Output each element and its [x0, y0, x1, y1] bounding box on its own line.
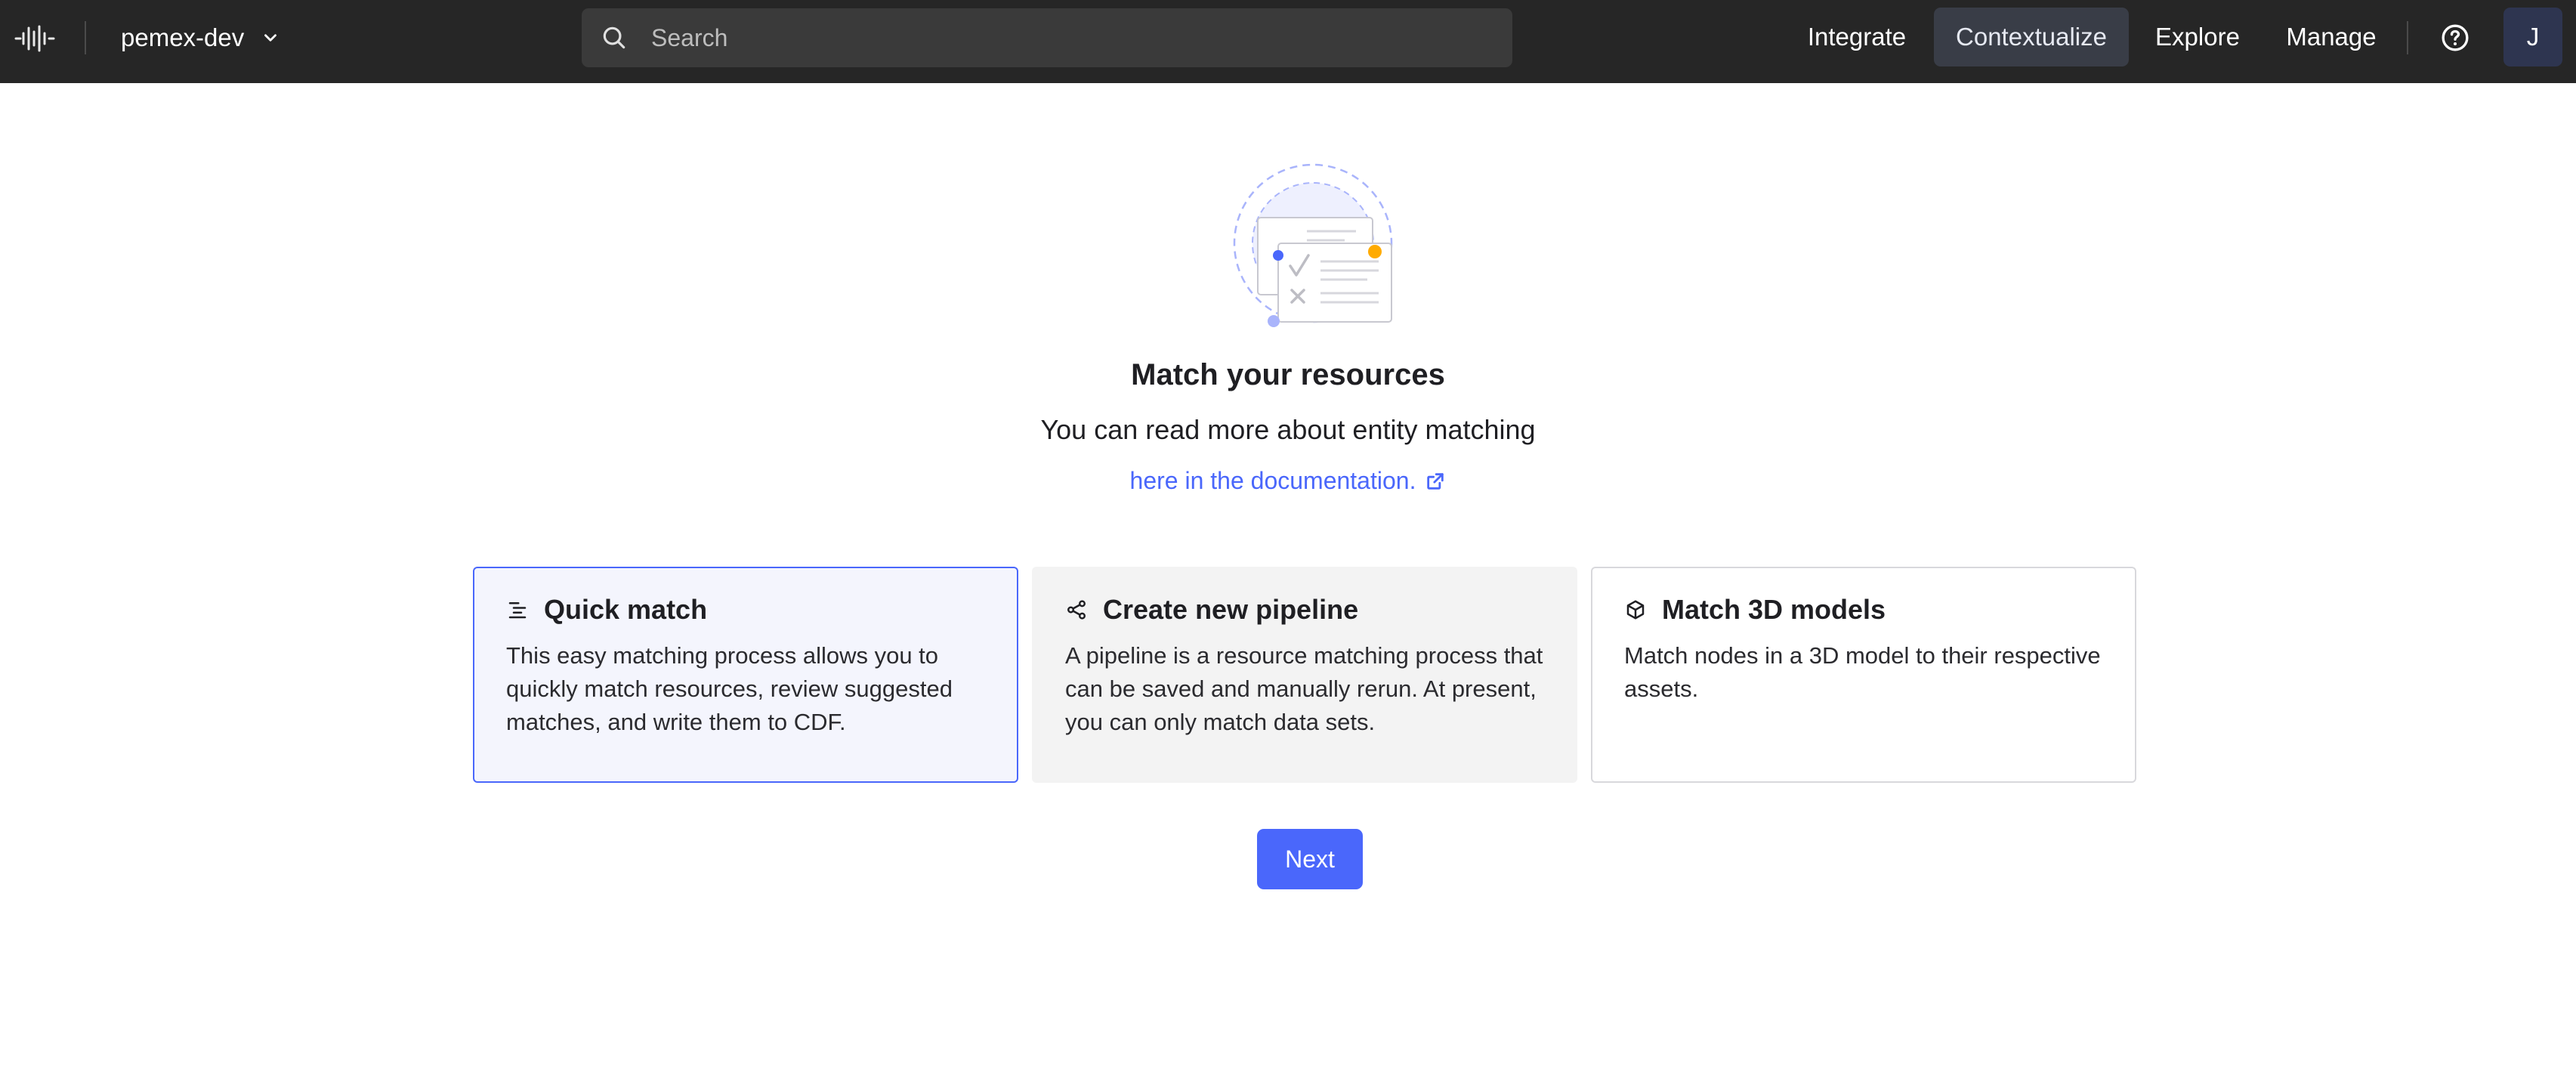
quick-match-header: Quick match — [506, 594, 985, 626]
create-pipeline-description: A pipeline is a resource matching proces… — [1065, 642, 1543, 735]
cube-icon — [1626, 600, 1645, 620]
share-nodes-icon — [1067, 600, 1086, 620]
quick-match-title: Quick match — [544, 594, 708, 625]
matching-illustration — [1233, 163, 1393, 327]
avatar-initial: J — [2526, 23, 2540, 51]
next-button[interactable]: Next — [1257, 829, 1363, 889]
chevron-down-icon — [264, 34, 277, 42]
documentation-link[interactable]: here in the documentation. — [1130, 467, 1447, 495]
external-link-icon — [1427, 472, 1444, 490]
list-indent-icon — [508, 602, 527, 619]
documentation-link-row: here in the documentation. — [0, 467, 2576, 495]
user-avatar[interactable]: J — [2503, 8, 2562, 66]
page-subtitle: You can read more about entity matching — [1040, 414, 1536, 445]
nav-manage[interactable]: Manage — [2271, 8, 2392, 66]
match-3d-models-description: Match nodes in a 3D model to their respe… — [1624, 642, 2101, 702]
top-navigation-bar: pemex-dev Integrate Contextualize Explor… — [0, 0, 2576, 83]
cognite-logo-icon[interactable] — [14, 23, 56, 54]
search-icon — [603, 26, 625, 49]
page-title: Match your resources — [1131, 358, 1445, 391]
nav-integrate[interactable]: Integrate — [1793, 8, 1920, 66]
nav-explore-label: Explore — [2155, 23, 2240, 51]
match-3d-models-card[interactable]: Match 3D models Match nodes in a 3D mode… — [1591, 567, 2136, 783]
match-3d-models-header: Match 3D models — [1624, 594, 2103, 626]
search-bar[interactable] — [582, 8, 1512, 67]
nav-integrate-label: Integrate — [1807, 23, 1907, 51]
project-selector[interactable]: pemex-dev — [121, 18, 280, 57]
quick-match-description: This easy matching process allows you to… — [506, 642, 953, 735]
nav-manage-label: Manage — [2286, 23, 2377, 51]
topbar-divider-right — [2407, 21, 2408, 54]
create-pipeline-card[interactable]: Create new pipeline A pipeline is a reso… — [1032, 567, 1577, 783]
search-input[interactable] — [651, 8, 1497, 67]
nav-contextualize-label: Contextualize — [1956, 23, 2107, 51]
nav-explore[interactable]: Explore — [2142, 8, 2253, 66]
match-3d-models-title: Match 3D models — [1662, 594, 1886, 625]
create-pipeline-header: Create new pipeline — [1065, 594, 1544, 626]
nav-contextualize[interactable]: Contextualize — [1934, 8, 2129, 66]
topbar-divider — [85, 21, 86, 54]
documentation-link-text: here in the documentation. — [1129, 467, 1416, 494]
create-pipeline-title: Create new pipeline — [1103, 594, 1359, 625]
quick-match-card[interactable]: Quick match This easy matching process a… — [473, 567, 1018, 783]
help-icon[interactable] — [2440, 23, 2470, 53]
project-name: pemex-dev — [121, 23, 245, 51]
